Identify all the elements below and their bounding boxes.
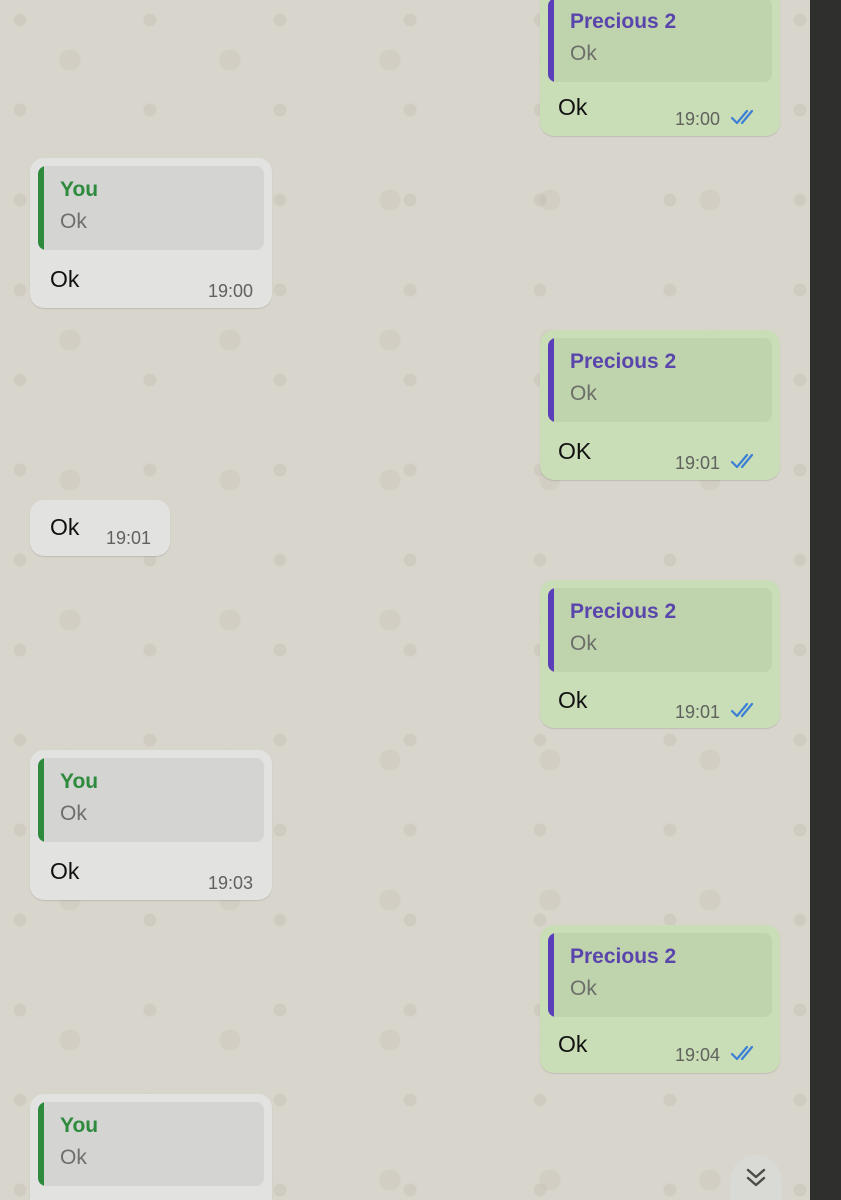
double-check-icon xyxy=(730,109,754,125)
message-time: 19:00 xyxy=(208,281,254,301)
quote-text: Ok xyxy=(570,977,597,1000)
quote-author: Precious 2 xyxy=(570,600,677,623)
message-time: 19:01 xyxy=(675,702,721,722)
quote-accent-bar xyxy=(38,166,44,250)
quote-text: Ok xyxy=(60,1146,87,1169)
quote-accent-bar xyxy=(548,588,554,672)
message-text: Ok xyxy=(558,687,588,713)
quoted-message[interactable]: Precious 2 Ok xyxy=(548,588,772,672)
quote-author: You xyxy=(60,770,99,793)
message-bubble-incoming[interactable]: Ok 19:01 xyxy=(30,500,170,556)
message-text: Ok xyxy=(50,514,80,540)
quoted-message[interactable]: You Ok xyxy=(38,1102,264,1186)
message-text: Ok xyxy=(558,94,588,120)
quoted-message[interactable]: You Ok xyxy=(38,758,264,842)
quote-text: Ok xyxy=(60,210,87,233)
message-bubble-outgoing[interactable]: Precious 2 Ok Ok 19:01 xyxy=(540,580,780,728)
message-time: 19:04 xyxy=(675,1045,721,1065)
message-text: Ok xyxy=(50,858,80,884)
quote-author: Precious 2 xyxy=(570,10,677,33)
quote-author: Precious 2 xyxy=(570,350,677,373)
message-time: 19:01 xyxy=(675,453,721,473)
quote-text: Ok xyxy=(570,382,597,405)
scroll-to-bottom-button[interactable] xyxy=(730,1155,782,1200)
message-time: 19:03 xyxy=(208,873,254,893)
message-bubble-outgoing[interactable]: Precious 2 Ok OK 19:01 xyxy=(540,330,780,480)
quote-accent-bar xyxy=(548,933,554,1017)
quote-author: Precious 2 xyxy=(570,945,677,968)
chat-background: Precious 2 Ok Ok 19:00 You Ok Ok 19:00 P… xyxy=(0,0,810,1200)
message-text: OK xyxy=(558,438,592,464)
double-check-icon xyxy=(730,702,754,718)
quoted-message[interactable]: Precious 2 Ok xyxy=(548,338,772,422)
quoted-message[interactable]: Precious 2 Ok xyxy=(548,933,772,1017)
message-text: Ok xyxy=(50,266,80,292)
message-text: Ok xyxy=(558,1031,588,1057)
message-bubble-incoming[interactable]: You Ok xyxy=(30,1094,272,1200)
message-time: 19:01 xyxy=(106,528,152,548)
quote-author: You xyxy=(60,178,99,201)
quote-text: Ok xyxy=(60,802,87,825)
quote-accent-bar xyxy=(548,338,554,422)
quote-author: You xyxy=(60,1114,99,1137)
quote-accent-bar xyxy=(38,758,44,842)
chevron-double-down-icon xyxy=(746,1168,766,1187)
quote-accent-bar xyxy=(38,1102,44,1186)
quoted-message[interactable]: Precious 2 Ok xyxy=(548,0,772,82)
message-bubble-incoming[interactable]: You Ok Ok 19:03 xyxy=(30,750,272,900)
quote-accent-bar xyxy=(548,0,554,82)
double-check-icon xyxy=(730,1045,754,1061)
message-time: 19:00 xyxy=(675,109,721,129)
quote-text: Ok xyxy=(570,42,597,65)
message-bubble-outgoing[interactable]: Precious 2 Ok Ok 19:04 xyxy=(540,925,780,1073)
message-bubble-outgoing[interactable]: Precious 2 Ok Ok 19:00 xyxy=(540,0,780,136)
message-bubble-incoming[interactable]: You Ok Ok 19:00 xyxy=(30,158,272,308)
quote-text: Ok xyxy=(570,632,597,655)
quoted-message[interactable]: You Ok xyxy=(38,166,264,250)
double-check-icon xyxy=(730,453,754,469)
right-edge-panel xyxy=(810,0,841,1200)
